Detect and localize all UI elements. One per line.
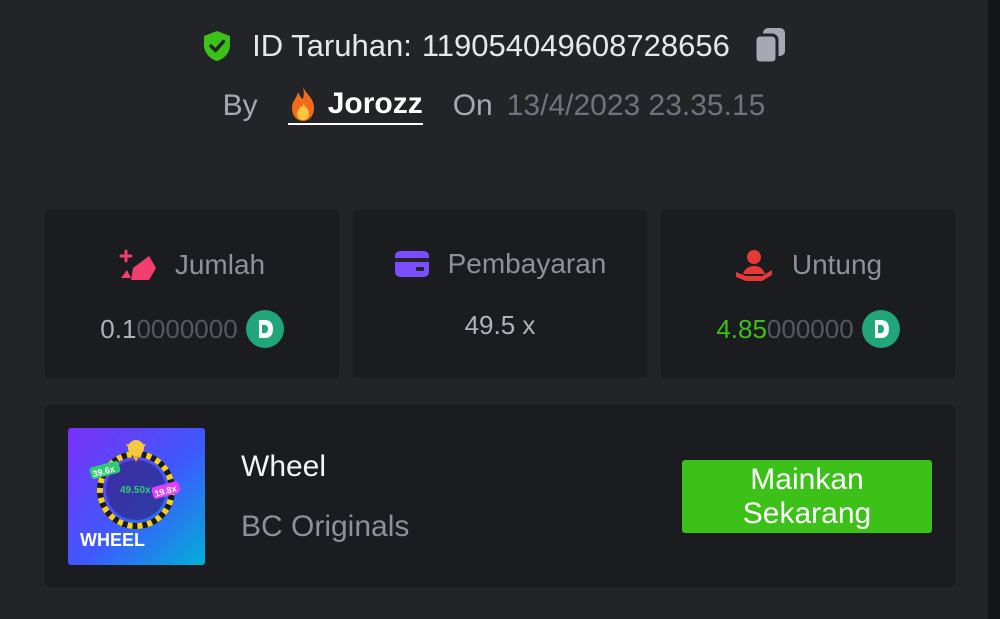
- bet-id-value: 119054049608728656: [421, 28, 730, 63]
- user-link[interactable]: Jorozz: [287, 86, 423, 125]
- game-provider: BC Originals: [241, 510, 410, 543]
- game-card: 39.6x 49.50x 19.8x WHEEL Wheel BC Origin…: [45, 405, 955, 587]
- profit-value: 4.85: [716, 313, 767, 344]
- card-icon: [394, 251, 429, 277]
- profit-icon: [735, 250, 772, 281]
- coin-icon: [861, 310, 900, 348]
- fire-icon: [291, 87, 314, 121]
- bet-id-label: ID Taruhan:: [252, 28, 412, 63]
- profit-label: Untung: [791, 249, 883, 280]
- play-button-line1: Mainkan: [750, 462, 864, 496]
- game-thumbnail[interactable]: 39.6x 49.50x 19.8x WHEEL: [68, 428, 205, 565]
- play-now-button[interactable]: Mainkan Sekarang: [682, 460, 932, 533]
- bet-id-row: ID Taruhan: 119054049608728656: [0, 26, 988, 66]
- thumb-title: WHEEL: [80, 530, 145, 550]
- amount-icon: [119, 249, 156, 280]
- shield-check-icon: [204, 31, 231, 61]
- coin-icon: [245, 310, 284, 348]
- amount-value: 0.1: [100, 313, 137, 344]
- play-button-line2: Sekarang: [742, 496, 872, 530]
- profit-card: Untung 4.85 000000: [661, 210, 955, 378]
- amount-card: Jumlah 0.1 0000000: [45, 210, 339, 378]
- bet-detail-panel: ID Taruhan: 119054049608728656 By Jorozz…: [0, 0, 988, 619]
- payout-value: 49.5 x: [464, 310, 536, 340]
- copy-icon[interactable]: [752, 26, 788, 66]
- by-label: By: [222, 88, 258, 122]
- username: Jorozz: [327, 87, 423, 120]
- scrollbar-track[interactable]: [988, 0, 1000, 619]
- amount-label: Jumlah: [174, 249, 266, 280]
- game-name[interactable]: Wheel: [241, 450, 326, 484]
- thumb-badge-center: 49.50x: [120, 485, 151, 496]
- payout-card: Pembayaran 49.5 x: [353, 210, 647, 378]
- on-label: On: [452, 88, 493, 122]
- payout-label: Pembayaran: [447, 248, 607, 279]
- bet-date: 13/4/2023 23.35.15: [506, 88, 766, 122]
- byline: By Jorozz On 13/4/2023 23.35.15: [0, 86, 988, 125]
- profit-value-trailing: 000000: [766, 313, 854, 344]
- amount-value-trailing: 0000000: [136, 313, 238, 344]
